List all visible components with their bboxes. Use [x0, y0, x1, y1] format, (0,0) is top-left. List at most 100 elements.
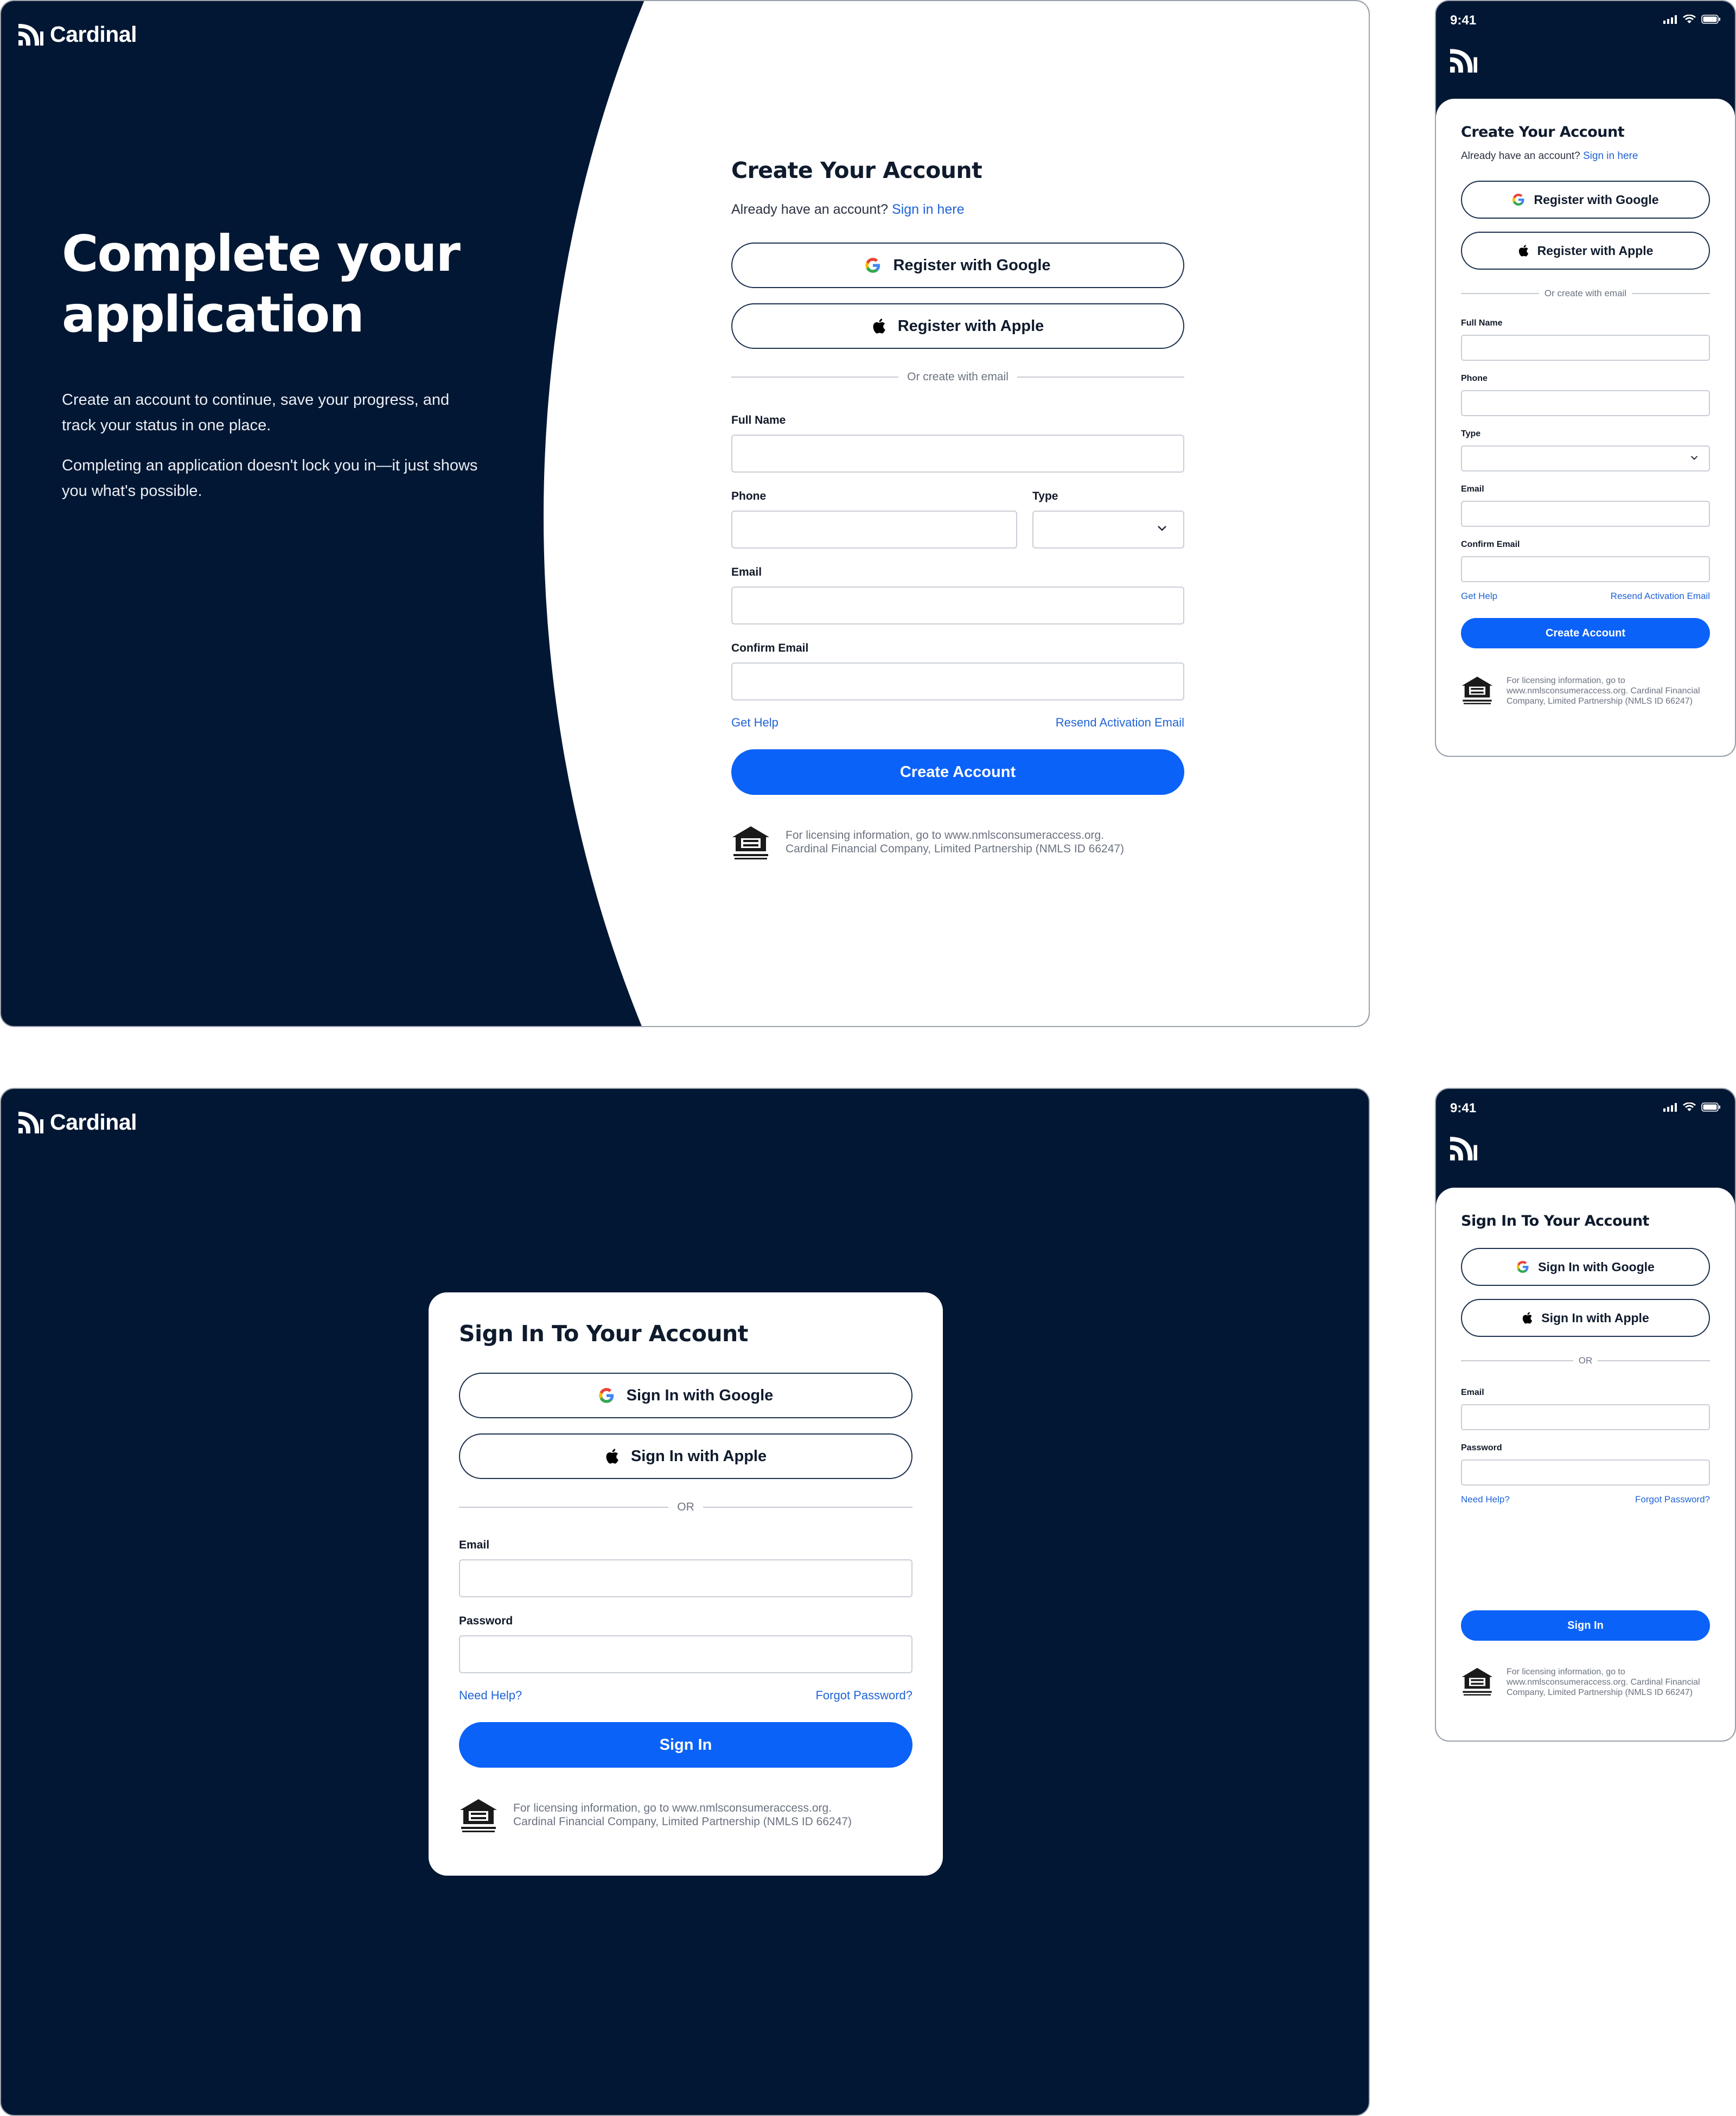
- cellular-signal-icon: [1663, 1102, 1677, 1114]
- cardinal-logo-icon: [1450, 49, 1477, 75]
- resend-activation-link[interactable]: Resend Activation Email: [1056, 716, 1184, 730]
- licensing-line-2: Cardinal Financial Company, Limited Part…: [786, 843, 1125, 856]
- battery-icon: [1701, 1102, 1721, 1114]
- create-account-button[interactable]: Create Account: [731, 749, 1184, 795]
- email-label: Email: [1461, 1388, 1484, 1397]
- equal-housing-lender-icon: [1461, 675, 1494, 709]
- already-text: Already have an account?: [731, 202, 889, 217]
- brand[interactable]: Cardinal: [18, 22, 137, 47]
- password-input[interactable]: [1461, 1459, 1710, 1486]
- register-apple-button[interactable]: Register with Apple: [1461, 232, 1710, 270]
- cellular-signal-icon: [1663, 15, 1677, 27]
- register-google-button[interactable]: Register with Google: [1461, 181, 1710, 219]
- full-name-input[interactable]: [1461, 335, 1710, 361]
- forgot-password-link[interactable]: Forgot Password?: [815, 1688, 912, 1703]
- desktop-register-frame: Cardinal Complete your application Creat…: [0, 0, 1370, 1027]
- already-text: Already have an account?: [1461, 150, 1580, 162]
- phone-label: Phone: [1461, 374, 1488, 383]
- apple-icon: [1518, 244, 1529, 257]
- sign-in-button[interactable]: Sign In: [1461, 1610, 1710, 1641]
- email-input[interactable]: [459, 1559, 912, 1597]
- type-select[interactable]: [1032, 511, 1184, 549]
- equal-housing-lender-icon: [1461, 1667, 1494, 1700]
- or-divider: Or create with email: [1461, 288, 1711, 299]
- signin-apple-label: Sign In with Apple: [1541, 1310, 1649, 1325]
- cardinal-logo-icon: [18, 23, 43, 46]
- get-help-link[interactable]: Get Help: [1461, 591, 1497, 602]
- licensing-footer: For licensing information, go to www.nml…: [1461, 675, 1710, 709]
- cardinal-logo-icon: [18, 1111, 43, 1133]
- type-select[interactable]: [1461, 445, 1710, 471]
- status-bar: 9:41: [1450, 1101, 1721, 1116]
- create-account-button[interactable]: Create Account: [1461, 618, 1710, 648]
- google-g-icon: [865, 257, 881, 273]
- brand[interactable]: Cardinal: [18, 1110, 137, 1135]
- email-input[interactable]: [1461, 1404, 1710, 1430]
- equal-housing-lender-icon: [459, 1798, 498, 1837]
- phone-input[interactable]: [1461, 390, 1710, 416]
- signin-google-button[interactable]: Sign In with Google: [459, 1373, 912, 1418]
- full-name-label: Full Name: [1461, 318, 1503, 328]
- signin-card: Sign In To Your Account Sign In with Goo…: [429, 1292, 943, 1876]
- brand-name: Cardinal: [50, 22, 137, 47]
- signin-title: Sign In To Your Account: [459, 1321, 748, 1347]
- already-have-account: Already have an account? Sign in here: [731, 202, 1184, 218]
- register-sheet: Create Your Account Already have an acco…: [1436, 99, 1735, 756]
- forgot-password-link[interactable]: Forgot Password?: [1635, 1494, 1710, 1505]
- register-apple-label: Register with Apple: [1537, 243, 1654, 258]
- apple-icon: [872, 318, 886, 334]
- signin-title: Sign In To Your Account: [1461, 1213, 1649, 1229]
- email-input[interactable]: [731, 587, 1184, 624]
- register-form: Create Your Account Already have an acco…: [731, 153, 1185, 864]
- sign-in-link[interactable]: Sign in here: [892, 202, 964, 217]
- email-label: Email: [1461, 485, 1484, 494]
- email-label: Email: [459, 1539, 490, 1551]
- phone-label: Phone: [731, 490, 767, 502]
- hero-paragraph-1: Create an account to continue, save your…: [62, 391, 450, 434]
- status-time: 9:41: [1450, 13, 1477, 28]
- wifi-icon: [1683, 14, 1696, 27]
- password-input[interactable]: [459, 1635, 912, 1673]
- full-name-input[interactable]: [731, 435, 1184, 473]
- resend-activation-link[interactable]: Resend Activation Email: [1611, 591, 1710, 602]
- help-links: Get Help Resend Activation Email: [1461, 591, 1710, 602]
- register-apple-label: Register with Apple: [897, 317, 1044, 335]
- licensing-line-1: For licensing information, go to www.nml…: [786, 829, 1105, 842]
- email-input[interactable]: [1461, 501, 1710, 527]
- hero-title: Complete your application: [62, 225, 461, 343]
- register-google-button[interactable]: Register with Google: [731, 243, 1184, 288]
- get-help-link[interactable]: Get Help: [731, 716, 778, 730]
- help-links: Get Help Resend Activation Email: [731, 716, 1184, 730]
- signin-google-button[interactable]: Sign In with Google: [1461, 1248, 1710, 1286]
- form-title: Create Your Account: [1461, 124, 1625, 141]
- wifi-icon: [1683, 1102, 1696, 1114]
- signin-apple-button[interactable]: Sign In with Apple: [1461, 1299, 1710, 1337]
- need-help-link[interactable]: Need Help?: [459, 1688, 522, 1703]
- phone-type-row: Phone Type: [731, 490, 1184, 549]
- hero-paragraph-2: Completing an application doesn't lock y…: [62, 457, 478, 500]
- already-have-account: Already have an account? Sign in here: [1461, 150, 1710, 162]
- sign-in-link[interactable]: Sign in here: [1583, 150, 1638, 162]
- confirm-email-input[interactable]: [731, 662, 1184, 700]
- licensing-text: For licensing information, go to www.nml…: [1507, 676, 1700, 706]
- confirm-email-input[interactable]: [1461, 556, 1710, 582]
- status-time: 9:41: [1450, 1101, 1477, 1116]
- register-google-label: Register with Google: [893, 256, 1051, 274]
- or-divider: OR: [1461, 1355, 1710, 1366]
- licensing-line-2: Cardinal Financial Company, Limited Part…: [513, 1815, 852, 1828]
- sign-in-button[interactable]: Sign In: [459, 1722, 912, 1768]
- confirm-email-label: Confirm Email: [1461, 540, 1520, 549]
- type-label: Type: [1032, 490, 1058, 502]
- signin-apple-button[interactable]: Sign In with Apple: [459, 1433, 912, 1479]
- mobile-register-frame: 9:41 Create Your Account Already have an…: [1435, 0, 1736, 757]
- need-help-link[interactable]: Need Help?: [1461, 1494, 1510, 1505]
- divider-text: Or create with email: [1544, 288, 1627, 298]
- phone-input[interactable]: [731, 511, 1017, 549]
- licensing-line-1: For licensing information, go to www.nml…: [513, 1802, 832, 1814]
- help-links: Need Help? Forgot Password?: [1461, 1494, 1710, 1505]
- google-g-icon: [598, 1387, 615, 1404]
- chevron-down-icon: [1690, 454, 1698, 463]
- register-apple-button[interactable]: Register with Apple: [731, 303, 1184, 349]
- signin-sheet: Sign In To Your Account Sign In with Goo…: [1436, 1188, 1735, 1741]
- form-title: Create Your Account: [731, 157, 982, 183]
